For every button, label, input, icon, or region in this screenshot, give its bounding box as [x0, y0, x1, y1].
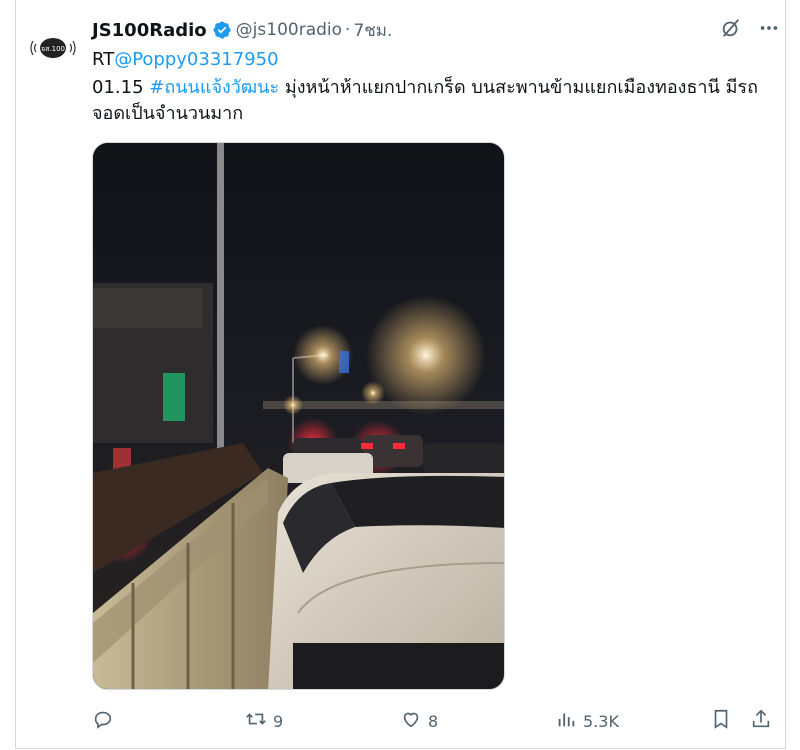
like-icon	[400, 708, 422, 734]
retweet-icon	[245, 708, 267, 734]
tweet-text-line-3: จอดเป็นจำนวนมาก	[92, 103, 244, 124]
tweet-actions: 9 8 5.3K	[92, 708, 780, 736]
views-button[interactable]: 5.3K	[555, 708, 619, 734]
retweet-prefix: RT	[92, 49, 115, 70]
tweet-text: มุ่งหน้าห้าแยกปากเกร็ด บนสะพานข้ามแยกเมื…	[279, 77, 758, 98]
views-icon	[555, 708, 577, 734]
avatar-logo-text: จส.100	[41, 45, 65, 53]
display-name[interactable]: JS100Radio	[92, 20, 207, 41]
avatar[interactable]: จส.100	[29, 24, 77, 72]
mention-link[interactable]: @Poppy03317950	[114, 49, 278, 70]
tweet-photo[interactable]	[92, 142, 505, 690]
retweet-button[interactable]: 9	[245, 708, 283, 734]
handle[interactable]: @js100radio	[236, 20, 342, 40]
reply-icon	[92, 708, 114, 734]
tweet-text-line-1: RT@Poppy03317950	[92, 46, 279, 74]
bookmark-button[interactable]	[710, 708, 732, 734]
tweet-time-text: 01.15	[92, 77, 150, 98]
js100-logo-icon: จส.100	[30, 26, 76, 70]
tweet-header: JS100Radio @js100radio · 7ชม.	[92, 16, 392, 44]
reply-button[interactable]	[92, 708, 114, 734]
view-count: 5.3K	[583, 711, 619, 731]
timestamp[interactable]: 7ชม.	[353, 17, 392, 44]
traffic-photo-image	[93, 143, 504, 689]
retweet-count: 9	[273, 711, 284, 731]
like-count: 8	[428, 711, 439, 731]
tweet-text-line-2: 01.15 #ถนนแจ้งวัฒนะ มุ่งหน้าห้าแยกปากเกร…	[92, 74, 758, 102]
grok-icon[interactable]	[720, 17, 742, 39]
like-button[interactable]: 8	[400, 708, 438, 734]
share-icon	[750, 708, 772, 734]
more-icon[interactable]	[758, 17, 780, 39]
bookmark-icon	[710, 708, 732, 734]
separator: ·	[345, 20, 351, 40]
share-button[interactable]	[750, 708, 772, 734]
verified-badge-icon	[212, 20, 232, 40]
hashtag-link[interactable]: #ถนนแจ้งวัฒนะ	[149, 77, 279, 98]
header-actions	[720, 17, 780, 39]
